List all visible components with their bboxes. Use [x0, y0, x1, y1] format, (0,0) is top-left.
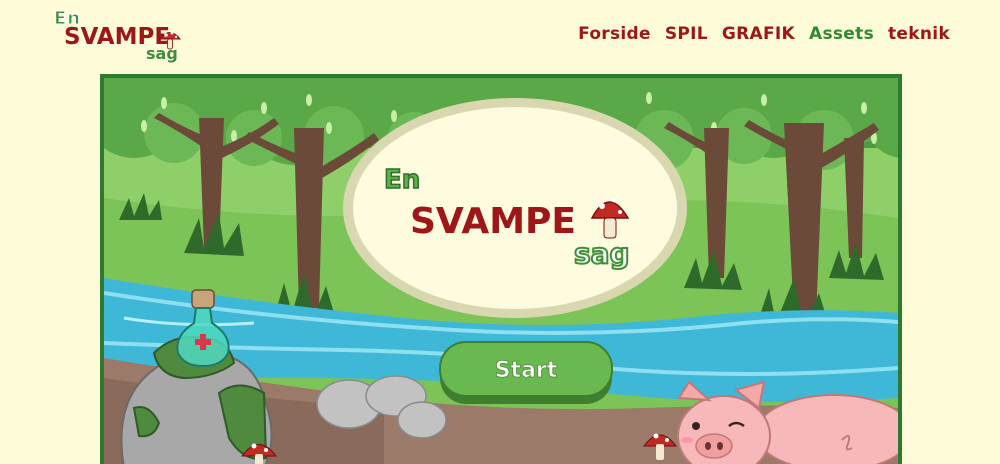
header: En SVAMPE sag Forside SPIL GRAFIK Assets…: [0, 0, 1000, 72]
nav-grafik[interactable]: GRAFIK: [722, 24, 795, 44]
title-word-sag: sag: [574, 237, 630, 270]
game-scene: En SVAMPE sag Start: [104, 78, 898, 464]
nav-forside[interactable]: Forside: [578, 24, 651, 44]
game-title: En SVAMPE sag: [343, 98, 687, 318]
nav-spil[interactable]: SPIL: [665, 24, 708, 44]
nav-assets[interactable]: Assets: [809, 24, 874, 44]
start-button[interactable]: Start: [440, 342, 612, 404]
logo-word-sag: sag: [146, 44, 178, 63]
game-canvas[interactable]: En SVAMPE sag Start: [100, 74, 902, 464]
start-button-label: Start: [495, 358, 558, 383]
site-logo[interactable]: En SVAMPE sag: [50, 6, 185, 66]
main-nav: Forside SPIL GRAFIK Assets teknik: [578, 24, 950, 44]
title-word-svampe: SVAMPE: [410, 201, 576, 242]
title-word-en: En: [384, 165, 420, 195]
nav-teknik[interactable]: teknik: [888, 24, 950, 44]
